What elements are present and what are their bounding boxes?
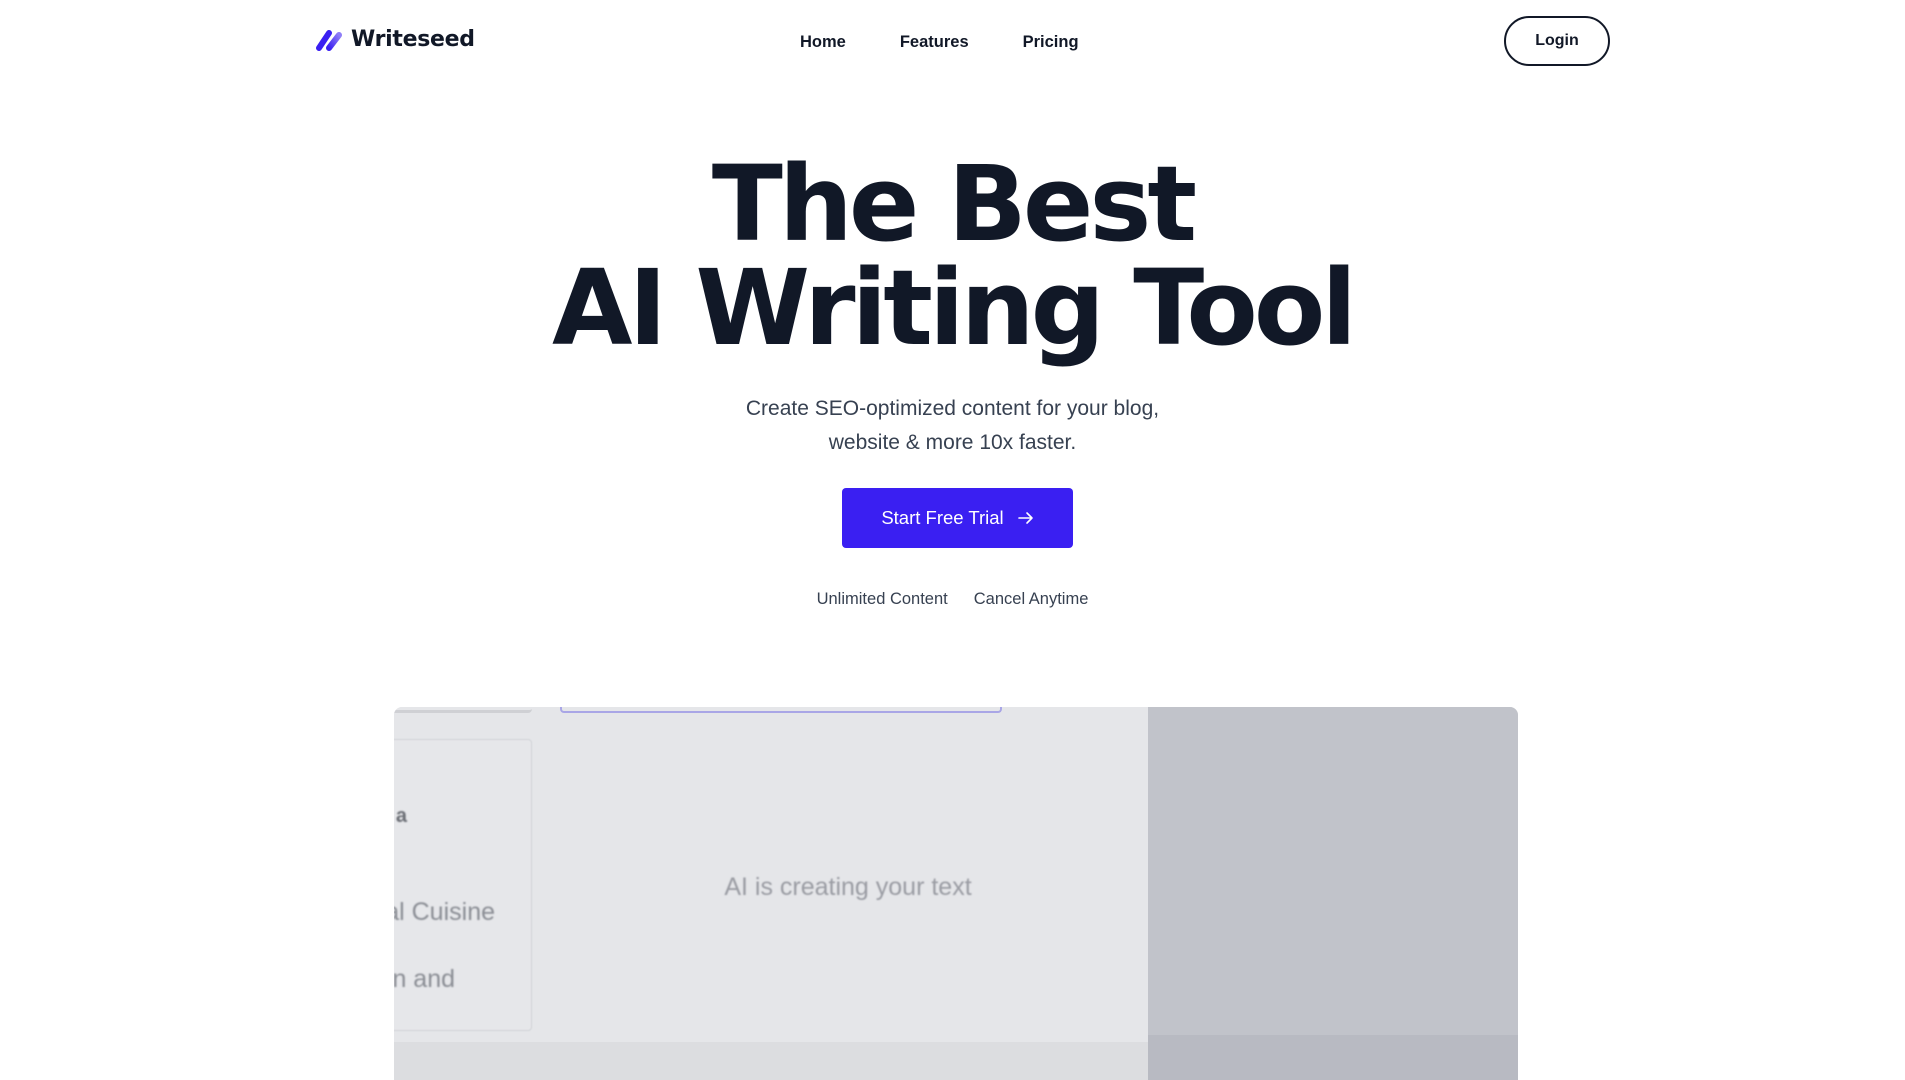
- preview-input-edge: [560, 707, 1002, 713]
- preview-card-line-2: n and: [394, 965, 455, 993]
- perk-cancel-anytime: Cancel Anytime: [973, 590, 1089, 608]
- nav-pricing[interactable]: Pricing: [1023, 30, 1079, 54]
- nav-features[interactable]: Features: [900, 30, 969, 54]
- hero-perks: Unlimited Content Cancel Anytime: [0, 590, 1905, 609]
- preview-side-panel: [1148, 707, 1518, 1080]
- hero-title: The Best AI Writing Tool: [0, 152, 1905, 360]
- cta-label: Start Free Trial: [881, 507, 1004, 528]
- landing-page: Writeseed Home Features Pricing Login Th…: [0, 0, 1905, 1080]
- hero-title-line-2: AI Writing Tool: [552, 247, 1357, 369]
- hero-title-line-1: The Best: [711, 143, 1197, 265]
- brand-name: Writeseed: [351, 27, 475, 52]
- hero-subtitle: Create SEO-optimized content for your bl…: [0, 392, 1905, 460]
- start-free-trial-button[interactable]: Start Free Trial: [842, 488, 1073, 548]
- hero-subtitle-line-2: website & more 10x faster.: [828, 431, 1077, 454]
- preview-card-line-1: al Cuisine: [394, 898, 495, 926]
- arrow-right-icon: [1017, 512, 1033, 524]
- preview-editor-footer: [394, 1042, 1148, 1080]
- product-preview: a al Cuisine n and AI is creating your t…: [394, 707, 1518, 1080]
- main-nav: Home Features Pricing: [800, 30, 1133, 54]
- preview-status-text: AI is creating your text: [724, 873, 972, 901]
- preview-card-title: a: [395, 805, 407, 827]
- login-button[interactable]: Login: [1504, 16, 1610, 66]
- slash-logo-icon: [316, 29, 342, 51]
- preview-side-footer: [1148, 1035, 1518, 1080]
- site-header: Writeseed Home Features Pricing Login: [0, 0, 1905, 84]
- perk-unlimited-content: Unlimited Content: [816, 590, 948, 608]
- nav-home[interactable]: Home: [800, 30, 846, 54]
- brand-logo[interactable]: Writeseed: [315, 27, 475, 52]
- preview-template-card: a al Cuisine n and: [394, 739, 532, 1031]
- preview-card-top-edge: [394, 707, 532, 713]
- hero-subtitle-line-1: Create SEO-optimized content for your bl…: [745, 397, 1160, 420]
